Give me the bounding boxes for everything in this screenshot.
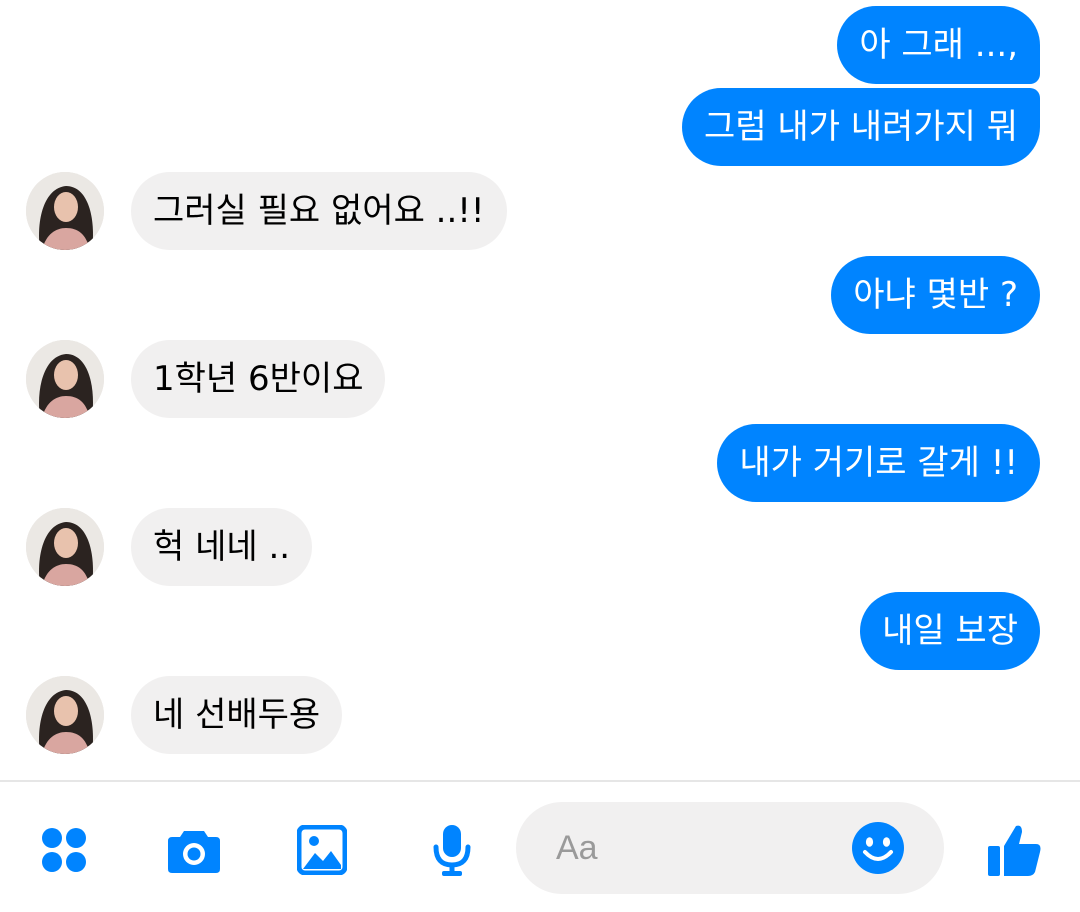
message-text: 그럼 내가 내려가지 뭐 (704, 107, 1018, 147)
image-icon[interactable] (292, 820, 352, 880)
message-text: 그러실 필요 없어요 ..!! (153, 191, 485, 231)
message-bubble-incoming[interactable]: 1학년 6반이요 (131, 340, 386, 418)
message-text: 내일 보장 (882, 611, 1018, 651)
contact-avatar[interactable] (26, 172, 104, 250)
message-bubble-incoming[interactable]: 헉 네네 .. (131, 508, 313, 586)
message-bubble-outgoing[interactable]: 아 그래 ..., (837, 6, 1040, 84)
message-text: 내가 거기로 갈게 !! (739, 443, 1018, 483)
message-bubble-outgoing[interactable]: 내가 거기로 갈게 !! (717, 424, 1040, 502)
contact-avatar[interactable] (26, 676, 104, 754)
composer-bar: Aa (0, 782, 1080, 912)
message-text: 네 선배두용 (153, 695, 321, 735)
message-input[interactable]: Aa (516, 802, 944, 894)
message-text: 헉 네네 .. (153, 527, 291, 567)
contact-avatar[interactable] (26, 340, 104, 418)
contact-avatar[interactable] (26, 508, 104, 586)
apps-icon[interactable] (34, 820, 94, 880)
camera-icon[interactable] (164, 820, 224, 880)
message-bubble-incoming[interactable]: 네 선배두용 (131, 676, 343, 754)
message-bubble-outgoing[interactable]: 그럼 내가 내려가지 뭐 (682, 88, 1040, 166)
message-text: 아냐 몇반 ? (853, 275, 1018, 315)
like-icon[interactable] (982, 818, 1046, 882)
message-bubble-incoming[interactable]: 그러실 필요 없어요 ..!! (131, 172, 507, 250)
message-bubble-outgoing[interactable]: 내일 보장 (860, 592, 1040, 670)
message-text: 아 그래 ..., (859, 25, 1018, 65)
emoji-icon[interactable] (850, 820, 906, 876)
mic-icon[interactable] (422, 820, 482, 880)
message-bubble-outgoing[interactable]: 아냐 몇반 ? (831, 256, 1040, 334)
message-text: 1학년 6반이요 (153, 359, 364, 399)
message-thread: 아 그래 ..., 그럼 내가 내려가지 뭐 그러실 필요 없어요 ..!! 아… (0, 0, 1080, 780)
message-input-placeholder: Aa (556, 829, 598, 867)
